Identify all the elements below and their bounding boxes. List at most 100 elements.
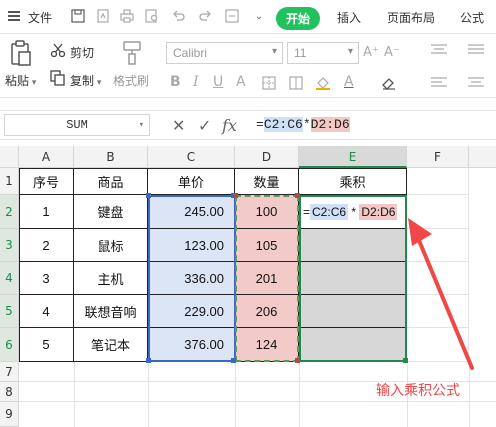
font-size-select[interactable]: 11 ▾ [287, 42, 359, 64]
header-cell-quantity[interactable]: 数量 [235, 168, 299, 195]
font-color-icon[interactable]: A [344, 74, 354, 90]
cell-formula-editor[interactable]: = C2:C6 * D2:D6 [303, 204, 398, 220]
row-header-4[interactable]: 4 [0, 262, 19, 295]
header-cell-price[interactable]: 单价 [148, 168, 235, 195]
name-box[interactable]: SUM ▾ [4, 114, 150, 136]
font-name-select[interactable]: Calibri ▾ [166, 42, 283, 64]
table-cell[interactable]: 229.00 [148, 295, 235, 328]
table-cell[interactable] [299, 328, 407, 362]
range-handle[interactable] [146, 358, 151, 363]
row-header-5[interactable]: 5 [0, 295, 19, 328]
range-handle[interactable] [295, 358, 300, 363]
more-icon[interactable] [224, 8, 240, 24]
range-handle[interactable] [295, 193, 300, 198]
row-header-3[interactable]: 3 [0, 229, 19, 262]
align-left-icon[interactable] [430, 76, 448, 93]
column-header-c[interactable]: C [148, 146, 235, 168]
clear-format-icon[interactable] [381, 76, 397, 93]
column-header-e[interactable]: E [299, 146, 407, 168]
table-cell[interactable]: 376.00 [148, 328, 235, 362]
range-handle[interactable] [146, 193, 151, 198]
border-icon[interactable] [262, 76, 276, 93]
column-header-a[interactable]: A [19, 146, 74, 168]
increase-font-size-button[interactable]: A⁺ [363, 45, 379, 60]
table-cell[interactable]: 主机 [74, 262, 148, 295]
column-header-g[interactable] [469, 146, 496, 168]
tab-page-layout[interactable]: 页面布局 [387, 9, 435, 26]
row-header-1[interactable]: 1 [0, 168, 19, 195]
cut-icon[interactable] [50, 42, 66, 61]
merge-cells-icon[interactable] [289, 76, 303, 93]
copy-icon[interactable] [50, 70, 66, 89]
table-cell[interactable]: 124 [235, 328, 299, 362]
menu-icon[interactable] [8, 11, 20, 21]
align-middle-icon[interactable] [467, 43, 485, 60]
file-menu[interactable]: 文件 [28, 9, 52, 26]
table-cell[interactable] [299, 295, 407, 328]
table-cell[interactable]: 2 [19, 229, 74, 262]
row-header-2[interactable]: 2 [0, 195, 19, 229]
table-cell[interactable]: 206 [235, 295, 299, 328]
table-cell[interactable]: 5 [19, 328, 74, 362]
decrease-font-size-button[interactable]: A⁻ [384, 45, 400, 60]
row-header-6[interactable]: 6 [0, 328, 19, 362]
table-cell[interactable]: 100 [235, 195, 299, 229]
paste-button[interactable]: 粘贴 ▾ [5, 72, 36, 89]
table-cell[interactable] [299, 229, 407, 262]
header-cell-index[interactable]: 序号 [19, 168, 74, 195]
table-cell[interactable] [299, 262, 407, 295]
fill-color-icon[interactable] [315, 76, 331, 93]
align-center-icon[interactable] [467, 76, 485, 93]
underline-icon[interactable]: U [213, 74, 223, 90]
table-cell[interactable]: 1 [19, 195, 74, 229]
table-cell[interactable]: 4 [19, 295, 74, 328]
column-header-d[interactable]: D [235, 146, 299, 168]
table-cell[interactable]: 鼠标 [74, 229, 148, 262]
bold-icon[interactable]: B [170, 74, 181, 90]
table-cell[interactable]: 123.00 [148, 229, 235, 262]
tab-formulas[interactable]: 公式 [460, 9, 484, 26]
format-painter-icon[interactable] [121, 40, 143, 69]
paste-icon[interactable] [10, 40, 32, 69]
header-cell-product-result[interactable]: 乘积 [299, 168, 407, 195]
table-cell[interactable]: 201 [235, 262, 299, 295]
select-all-corner[interactable] [0, 146, 19, 168]
print-preview-icon[interactable] [144, 8, 160, 24]
row-header-8[interactable]: 8 [0, 382, 19, 402]
column-header-f[interactable]: F [407, 146, 469, 168]
table-cell[interactable]: 245.00 [148, 195, 235, 229]
confirm-icon[interactable]: ✓ [198, 116, 211, 135]
tab-insert[interactable]: 插入 [337, 9, 361, 26]
redo-icon[interactable] [197, 8, 213, 24]
export-pdf-icon[interactable] [95, 8, 111, 24]
table-cell[interactable]: 105 [235, 229, 299, 262]
empty-cell[interactable] [407, 168, 469, 195]
chevron-down-icon[interactable]: ⌄ [251, 8, 267, 24]
italic-icon[interactable]: I [193, 74, 199, 90]
table-cell[interactable]: 3 [19, 262, 74, 295]
cut-button[interactable]: 剪切 [70, 44, 94, 61]
header-cell-product[interactable]: 商品 [74, 168, 148, 195]
tab-home[interactable]: 开始 [276, 7, 321, 30]
formula-input[interactable]: =C2:C6*D2:D6 [250, 114, 492, 136]
table-cell[interactable]: 键盘 [74, 195, 148, 229]
copy-button[interactable]: 复制 ▾ [70, 72, 101, 89]
print-icon[interactable] [119, 8, 135, 24]
table-cell[interactable]: 联想音响 [74, 295, 148, 328]
undo-icon[interactable] [171, 8, 187, 24]
row-header-7[interactable]: 7 [0, 362, 19, 382]
strikethrough-icon[interactable]: A [236, 74, 246, 90]
formula-bar: SUM ▾ ✕ ✓ fx =C2:C6*D2:D6 [0, 110, 496, 140]
insert-function-icon[interactable]: fx [222, 116, 237, 135]
align-top-icon[interactable] [430, 43, 448, 60]
range-handle[interactable] [233, 193, 238, 198]
table-cell[interactable]: 336.00 [148, 262, 235, 295]
row-header-9[interactable]: 9 [0, 402, 19, 427]
grid-line [74, 362, 75, 427]
cancel-icon[interactable]: ✕ [172, 116, 185, 135]
save-icon[interactable] [70, 8, 86, 24]
format-painter-button[interactable]: 格式刷 [113, 72, 149, 89]
range-handle[interactable] [231, 358, 236, 363]
table-cell[interactable]: 笔记本 [74, 328, 148, 362]
column-header-b[interactable]: B [74, 146, 148, 168]
